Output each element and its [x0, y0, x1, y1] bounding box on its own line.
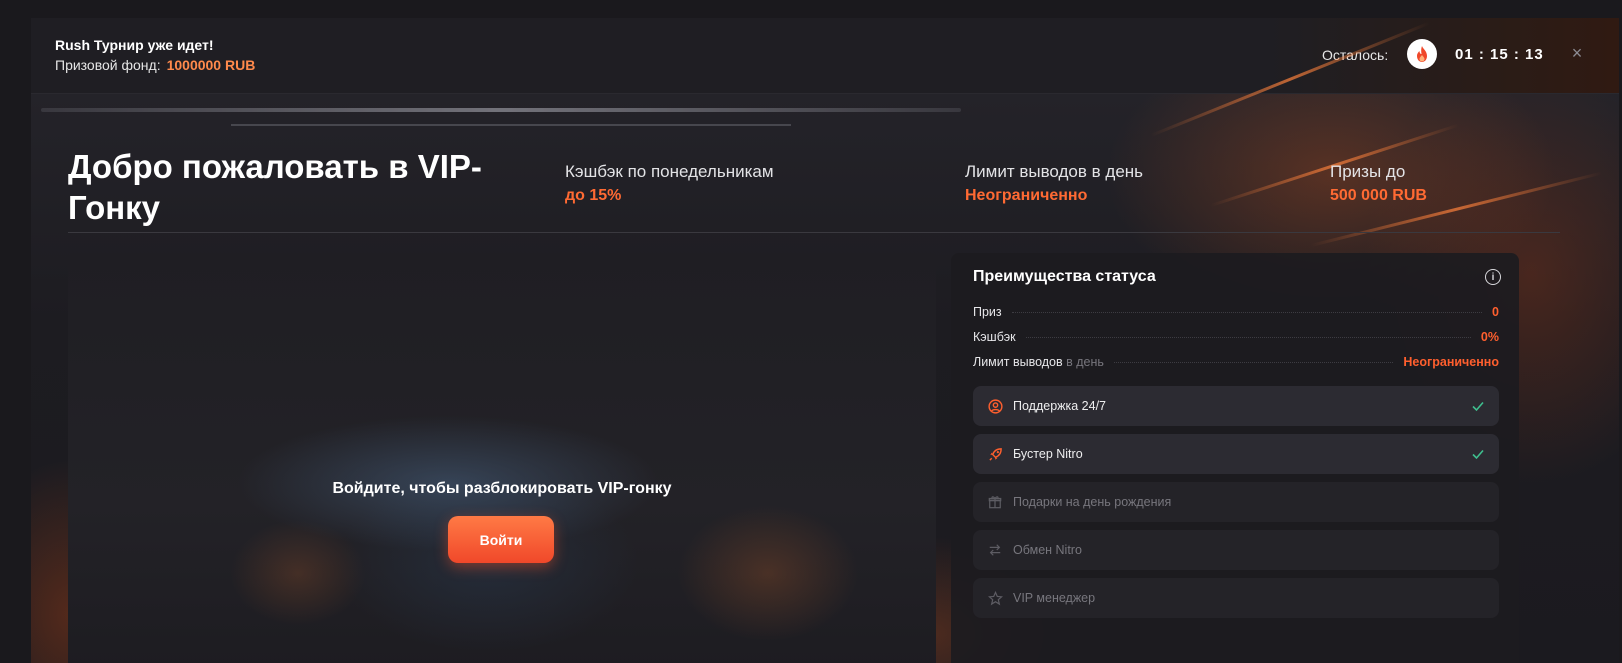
- close-icon[interactable]: ×: [1566, 42, 1588, 64]
- perk-name: VIP менеджер: [1013, 591, 1096, 605]
- perk-support[interactable]: Поддержка 24/7: [973, 386, 1499, 426]
- ceiling-light-decoration: [41, 108, 961, 112]
- perk-name: Подарки на день рождения: [1013, 495, 1172, 509]
- stat-label: Призы до: [1330, 162, 1406, 181]
- benefit-row-withdrawal: Лимит выводов в день Неограниченно: [973, 354, 1499, 370]
- countdown-timer: 01 : 15 : 13: [1455, 46, 1544, 63]
- benefits-title: Преимущества статуса: [973, 268, 1156, 285]
- check-icon: [1471, 447, 1485, 461]
- exchange-icon: [987, 542, 1003, 558]
- benefit-row-label: Приз: [973, 305, 1002, 319]
- prize-fund: Призовой фонд: 1000000 RUB: [55, 57, 255, 73]
- perk-name: Бустер Nitro: [1013, 447, 1083, 461]
- dotted-leader: [1011, 311, 1483, 313]
- prize-fund-value: 1000000 RUB: [166, 57, 256, 73]
- stat-cashback: Кэшбэк по понедельникам до 15%: [565, 162, 774, 205]
- benefit-row-label-suffix: в день: [1066, 355, 1104, 369]
- perk-birthday-gifts[interactable]: Подарки на день рождения: [973, 482, 1499, 522]
- info-icon[interactable]: i: [1485, 269, 1501, 285]
- dotted-leader: [1025, 336, 1471, 338]
- perk-nitro-booster[interactable]: Бустер Nitro: [973, 434, 1499, 474]
- stat-withdrawal-limit: Лимит выводов в день Неограниченно: [965, 162, 1143, 205]
- prize-fund-label: Призовой фонд:: [55, 57, 161, 73]
- check-icon: [1471, 399, 1485, 413]
- page-title: Добро пожаловать в VIP-Гонку: [68, 148, 482, 226]
- benefit-row-label-main: Лимит выводов: [973, 355, 1063, 369]
- tournament-banner: Rush Турнир уже идет! Призовой фонд: 1000…: [31, 18, 1619, 94]
- status-benefits-panel: Преимущества статуса i Приз 0 Кэшбэк 0% …: [951, 253, 1519, 663]
- dotted-leader: [1113, 361, 1394, 363]
- gift-icon: [987, 494, 1003, 510]
- locked-race-panel: Войдите, чтобы разблокировать VIP-гонку …: [68, 253, 936, 663]
- perk-name: Поддержка 24/7: [1013, 399, 1107, 413]
- vip-hero: Добро пожаловать в VIP-Гонку Кэшбэк по п…: [31, 21, 1619, 663]
- perk-name: Обмен Nitro: [1013, 543, 1082, 557]
- benefit-row-prize: Приз 0: [973, 304, 1499, 320]
- stat-value: 500 000 RUB: [1330, 187, 1427, 204]
- support-icon: [987, 398, 1003, 414]
- star-icon: [987, 590, 1003, 606]
- benefit-row-label: Лимит выводов в день: [973, 355, 1104, 369]
- stat-value: Неограниченно: [965, 187, 1088, 204]
- stat-value: до 15%: [565, 187, 622, 204]
- vip-race-page: Rush Турнир уже идет! Призовой фонд: 1000…: [31, 18, 1619, 663]
- benefit-row-value: Неограниченно: [1403, 355, 1499, 369]
- login-prompt: Войдите, чтобы разблокировать VIP-гонку: [332, 480, 672, 497]
- stat-label: Лимит выводов в день: [965, 162, 1144, 181]
- stat-label: Кэшбэк по понедельникам: [565, 162, 774, 181]
- fire-icon: [1407, 39, 1437, 69]
- perk-vip-manager[interactable]: VIP менеджер: [973, 578, 1499, 618]
- rocket-icon: [987, 446, 1003, 462]
- benefit-row-cashback: Кэшбэк 0%: [973, 329, 1499, 345]
- banner-title: Rush Турнир уже идет!: [55, 37, 214, 53]
- benefit-row-value: 0: [1492, 305, 1499, 319]
- benefit-row-label: Кэшбэк: [973, 330, 1016, 344]
- login-button[interactable]: Войти: [448, 516, 554, 563]
- ceiling-light-decoration: [231, 124, 791, 126]
- stat-prizes: Призы до 500 000 RUB: [1330, 162, 1427, 205]
- benefit-row-value: 0%: [1480, 330, 1499, 344]
- perk-nitro-exchange[interactable]: Обмен Nitro: [973, 530, 1499, 570]
- divider: [68, 232, 1560, 233]
